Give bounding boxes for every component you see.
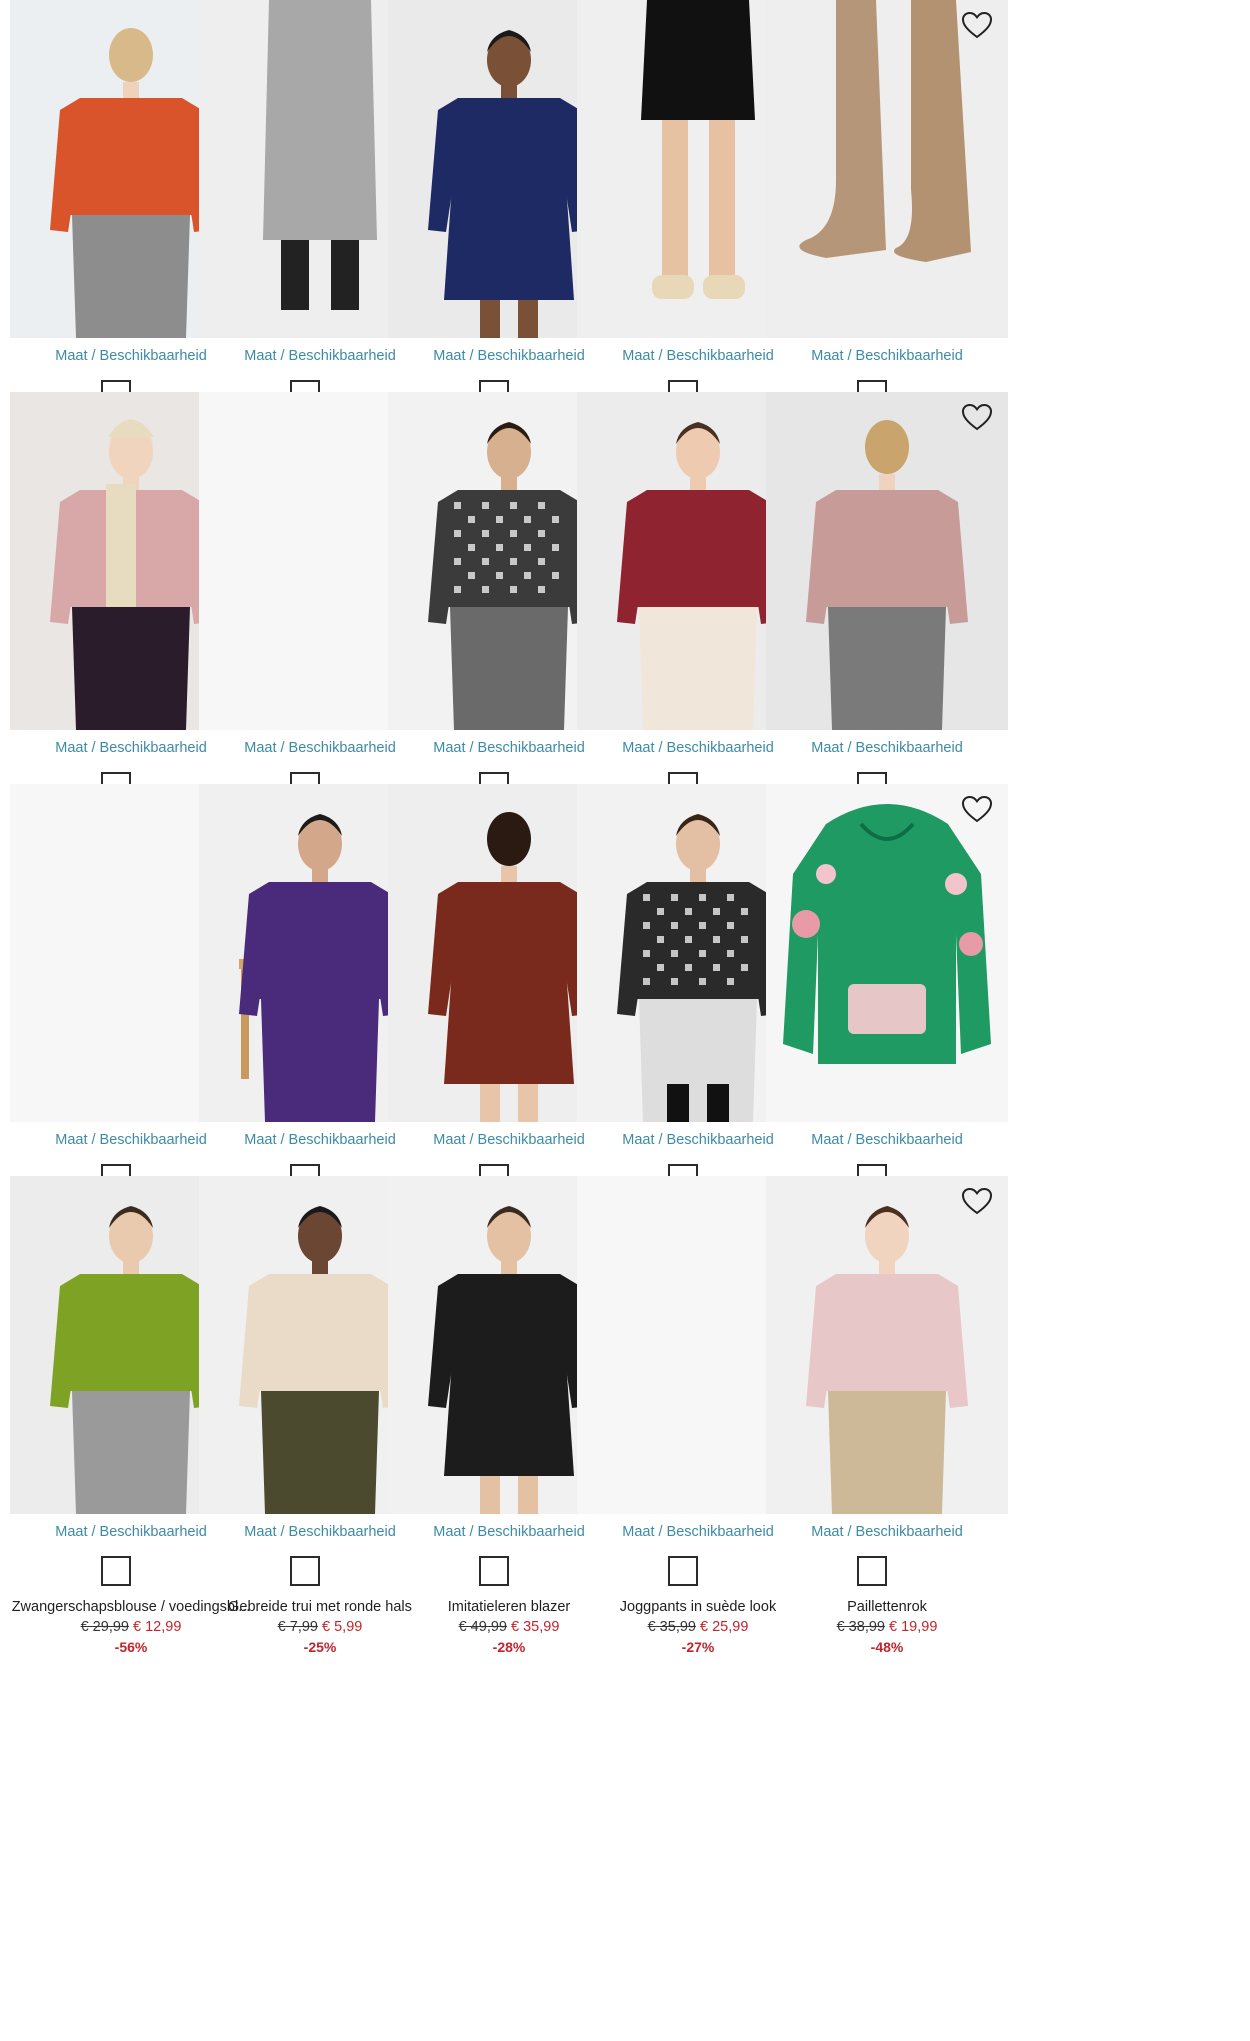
size-availability-link[interactable]: Maat / Beschikbaarheid	[766, 1524, 1008, 1540]
sale-price: € 5,99	[322, 1619, 363, 1635]
color-swatch[interactable]	[479, 1556, 509, 1586]
old-price: € 7,99	[277, 1619, 318, 1635]
old-price: € 35,99	[647, 1619, 696, 1635]
color-swatch[interactable]	[668, 1556, 698, 1586]
color-swatch[interactable]	[101, 1556, 131, 1586]
wishlist-heart-icon[interactable]	[960, 794, 994, 824]
size-availability-link[interactable]: Maat / Beschikbaarheid	[766, 348, 1008, 364]
product-image[interactable]	[766, 1176, 1008, 1514]
wishlist-heart-icon[interactable]	[960, 10, 994, 40]
product-title[interactable]: Paillettenrok	[762, 1599, 1012, 1615]
product-image[interactable]	[766, 0, 1008, 338]
old-price: € 38,99	[836, 1619, 885, 1635]
wishlist-heart-icon[interactable]	[960, 1186, 994, 1216]
sale-price: € 25,99	[700, 1619, 749, 1635]
sale-price: € 35,99	[511, 1619, 560, 1635]
product-image[interactable]	[766, 392, 1008, 730]
price-line: € 38,99 € 19,99	[766, 1619, 1008, 1635]
old-price: € 49,99	[458, 1619, 507, 1635]
product-card[interactable]: Maat / Beschikbaarheid Paillettenrok € 38,…	[766, 1176, 1008, 1676]
sale-price: € 12,99	[133, 1619, 182, 1635]
product-image[interactable]	[766, 784, 1008, 1122]
color-swatch[interactable]	[290, 1556, 320, 1586]
wishlist-heart-icon[interactable]	[960, 402, 994, 432]
size-availability-link[interactable]: Maat / Beschikbaarheid	[766, 740, 1008, 756]
discount-badge: -48%	[870, 1639, 904, 1655]
color-swatch[interactable]	[857, 1556, 887, 1586]
sale-price: € 19,99	[889, 1619, 938, 1635]
size-availability-link[interactable]: Maat / Beschikbaarheid	[766, 1132, 1008, 1148]
old-price: € 29,99	[80, 1619, 129, 1635]
